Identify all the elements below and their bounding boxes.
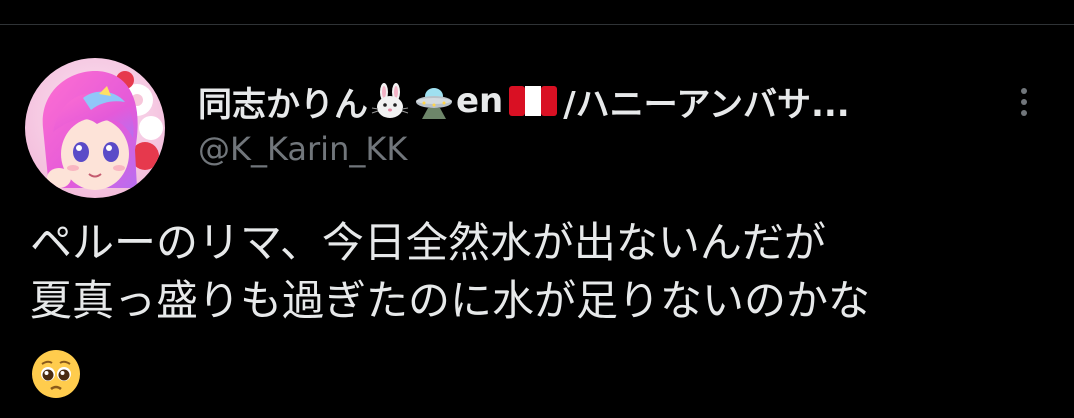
tweet-text: ペルーのリマ、今日全然水が出ないんだが 夏真っ盛りも過ぎたのに水が足りないのかな bbox=[30, 214, 1040, 330]
display-name[interactable]: 同志かりん bbox=[198, 77, 368, 126]
display-name-row[interactable]: 同志かりん en /ハニーアンバサ... bbox=[198, 77, 998, 126]
user-handle[interactable]: @K_Karin_KK bbox=[198, 130, 998, 168]
top-divider bbox=[0, 24, 1074, 25]
ufo-emoji-icon bbox=[416, 88, 452, 119]
avatar-image-icon bbox=[25, 58, 165, 198]
display-name-en[interactable]: en bbox=[456, 81, 503, 121]
tweet-text-line: 夏真っ盛りも過ぎたのに水が足りないのかな bbox=[30, 276, 871, 325]
peru-flag-emoji-icon bbox=[509, 86, 558, 116]
tweet-text-line: ペルーのリマ、今日全然水が出ないんだが bbox=[30, 218, 826, 267]
avatar[interactable] bbox=[25, 58, 165, 198]
display-name-suffix[interactable]: /ハニーアンバサ... bbox=[563, 77, 849, 126]
rabbit-emoji-icon bbox=[371, 83, 409, 118]
pleading-face-emoji-icon bbox=[32, 350, 80, 398]
more-vertical-icon bbox=[1021, 88, 1027, 116]
more-options-button[interactable] bbox=[1010, 82, 1038, 122]
tweet-header: 同志かりん en /ハニーアンバサ... @K_Karin_KK bbox=[198, 78, 998, 168]
